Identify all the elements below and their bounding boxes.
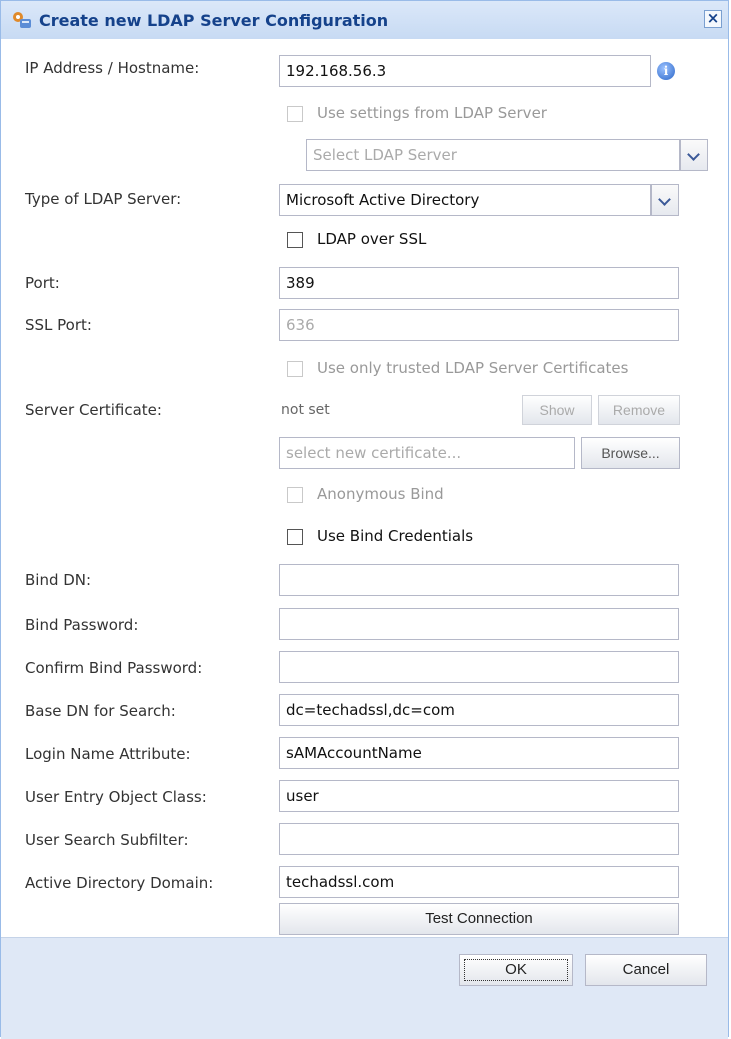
chevron-down-icon[interactable] — [651, 184, 679, 216]
trusted-certs-label: Use only trusted LDAP Server Certificate… — [317, 359, 629, 377]
ssl-port-label: SSL Port: — [25, 316, 92, 334]
port-label: Port: — [25, 274, 60, 292]
info-icon[interactable]: i — [657, 62, 675, 80]
use-bind-credentials-label: Use Bind Credentials — [317, 527, 474, 545]
user-subfilter-input[interactable] — [279, 823, 679, 855]
ad-domain-label: Active Directory Domain: — [25, 874, 214, 892]
ok-button[interactable]: OK — [459, 954, 573, 986]
certificate-file-input[interactable]: select new certificate... — [279, 437, 575, 469]
base-dn-input[interactable]: dc=techadssl,dc=com — [279, 694, 679, 726]
ip-address-label: IP Address / Hostname: — [25, 59, 200, 77]
remove-cert-button[interactable]: Remove — [598, 395, 680, 425]
close-icon[interactable]: × — [704, 10, 722, 28]
bind-dn-input[interactable] — [279, 564, 679, 596]
user-class-label: User Entry Object Class: — [25, 788, 207, 806]
show-cert-button[interactable]: Show — [522, 395, 592, 425]
test-connection-button[interactable]: Test Connection — [279, 903, 679, 935]
bind-password-label: Bind Password: — [25, 616, 139, 634]
anonymous-bind-label: Anonymous Bind — [317, 485, 444, 503]
use-bind-credentials-checkbox[interactable] — [287, 529, 303, 545]
trusted-certs-checkbox[interactable] — [287, 361, 303, 377]
dialog-titlebar[interactable]: Create new LDAP Server Configuration × — [1, 1, 728, 40]
anonymous-bind-checkbox[interactable] — [287, 487, 303, 503]
browse-button[interactable]: Browse... — [581, 437, 680, 469]
chevron-down-icon[interactable] — [680, 139, 708, 171]
ldap-over-ssl-label: LDAP over SSL — [317, 230, 427, 248]
login-attribute-input[interactable]: sAMAccountName — [279, 737, 679, 769]
server-cert-label: Server Certificate: — [25, 401, 162, 419]
login-attribute-label: Login Name Attribute: — [25, 745, 191, 763]
ldap-type-label: Type of LDAP Server: — [25, 190, 182, 208]
ldap-config-icon — [13, 12, 31, 28]
server-cert-value: not set — [281, 402, 330, 418]
user-subfilter-label: User Search Subfilter: — [25, 831, 189, 849]
ip-address-input[interactable]: 192.168.56.3 — [279, 55, 651, 87]
port-input[interactable]: 389 — [279, 267, 679, 299]
select-ldap-server-combo[interactable]: Select LDAP Server — [306, 139, 680, 171]
ldap-form: IP Address / Hostname: 192.168.56.3 i Us… — [1, 39, 728, 937]
user-class-input[interactable]: user — [279, 780, 679, 812]
dialog-title: Create new LDAP Server Configuration — [39, 11, 389, 30]
dialog-footer: OK Cancel — [1, 937, 728, 1039]
confirm-password-label: Confirm Bind Password: — [25, 659, 203, 677]
ldap-over-ssl-checkbox[interactable] — [287, 232, 303, 248]
confirm-password-input[interactable] — [279, 651, 679, 683]
cancel-button[interactable]: Cancel — [585, 954, 707, 986]
ldap-config-dialog: Create new LDAP Server Configuration × I… — [0, 0, 729, 1039]
bind-dn-label: Bind DN: — [25, 571, 92, 589]
bind-password-input[interactable] — [279, 608, 679, 640]
ad-domain-input[interactable]: techadssl.com — [279, 866, 679, 898]
base-dn-label: Base DN for Search: — [25, 702, 176, 720]
use-settings-checkbox[interactable] — [287, 106, 303, 122]
ldap-type-select[interactable]: Microsoft Active Directory — [279, 184, 651, 216]
use-settings-label: Use settings from LDAP Server — [317, 104, 547, 122]
ssl-port-input[interactable]: 636 — [279, 309, 679, 341]
